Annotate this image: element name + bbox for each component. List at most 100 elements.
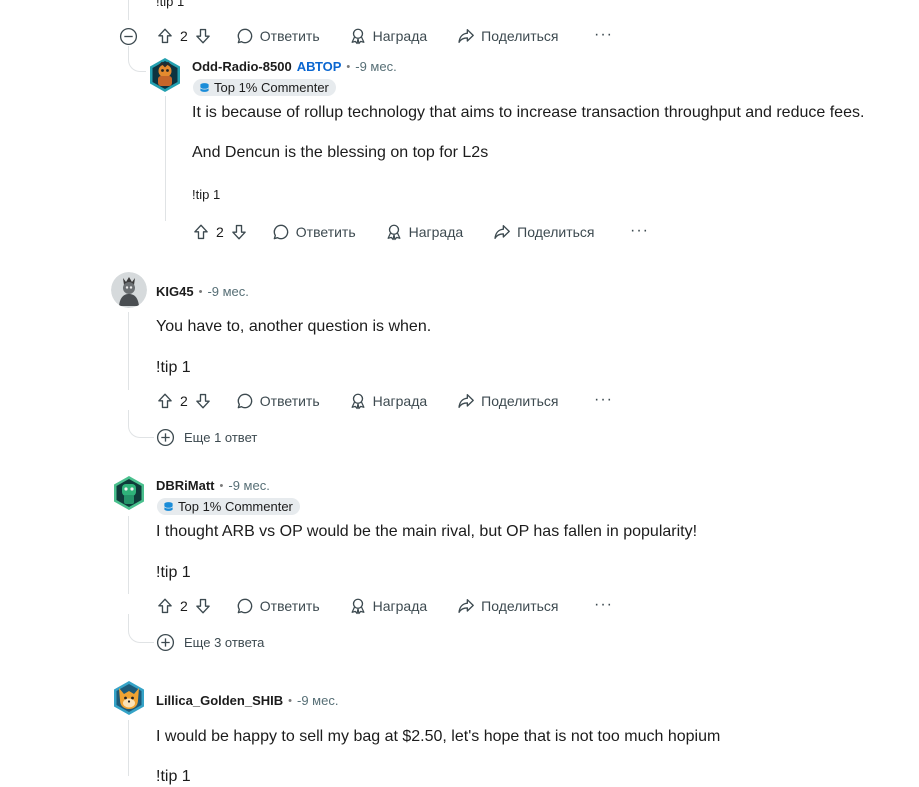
award-icon bbox=[385, 223, 403, 241]
thread-connector bbox=[128, 614, 154, 643]
share-button[interactable]: Поделиться bbox=[493, 220, 594, 244]
timestamp[interactable]: -9 мес. bbox=[355, 59, 396, 74]
downvote-button[interactable] bbox=[230, 220, 248, 244]
share-icon bbox=[457, 27, 475, 45]
more-options-button[interactable]: ··· bbox=[594, 26, 613, 44]
timestamp[interactable]: -9 мес. bbox=[207, 284, 248, 299]
comment-body-line: And Dencun is the blessing on top for L2… bbox=[192, 144, 489, 161]
award-button[interactable]: Награда bbox=[349, 24, 428, 48]
op-badge: АВТОР bbox=[296, 59, 342, 74]
upvote-button[interactable] bbox=[192, 220, 210, 244]
award-label: Награда bbox=[372, 393, 428, 409]
comment-meta: KIG45 • -9 мес. bbox=[156, 284, 249, 299]
comment-meta: DBRiMatt • -9 мес. bbox=[156, 478, 270, 493]
award-label: Награда bbox=[372, 28, 428, 44]
award-button[interactable]: Награда bbox=[349, 594, 427, 618]
share-button[interactable]: Поделиться bbox=[457, 389, 558, 413]
separator-dot: • bbox=[219, 479, 224, 492]
comment-bubble-icon bbox=[272, 223, 290, 241]
share-icon bbox=[457, 392, 475, 410]
comment-actions: 2 Ответить Награда Поделиться bbox=[156, 594, 558, 618]
vote-count: 2 bbox=[180, 28, 188, 44]
downvote-button[interactable] bbox=[194, 389, 212, 413]
avatar[interactable] bbox=[111, 475, 147, 511]
share-label: Поделиться bbox=[517, 224, 595, 240]
downvote-button[interactable] bbox=[194, 594, 212, 618]
reply-label: Ответить bbox=[295, 224, 356, 240]
user-flair: Top 1% Commenter bbox=[193, 79, 336, 96]
more-replies-label: Еще 3 ответа bbox=[184, 635, 265, 650]
comment-actions: 2 Ответить Награда Поделиться bbox=[192, 220, 594, 244]
collapse-thread-icon[interactable] bbox=[119, 27, 138, 46]
more-replies-link[interactable]: Еще 1 ответ bbox=[156, 428, 257, 447]
user-flair: Top 1% Commenter bbox=[157, 498, 300, 515]
comment-body-tip: !tip 1 bbox=[156, 564, 191, 581]
share-button[interactable]: Поделиться bbox=[457, 24, 558, 48]
more-options-button[interactable]: ··· bbox=[594, 391, 613, 409]
comment-bubble-icon bbox=[236, 392, 254, 410]
downvote-icon bbox=[194, 392, 212, 410]
avatar[interactable] bbox=[111, 272, 147, 308]
award-icon bbox=[349, 27, 367, 45]
comment-bubble-icon bbox=[236, 27, 254, 45]
award-button[interactable]: Награда bbox=[385, 220, 464, 244]
award-icon bbox=[349, 597, 367, 615]
more-options-button[interactable]: ··· bbox=[594, 596, 613, 614]
comment-body-partial: !tip 1 bbox=[156, 0, 185, 9]
share-label: Поделиться bbox=[481, 598, 559, 614]
reply-button[interactable]: Ответить bbox=[272, 220, 356, 244]
database-icon bbox=[199, 82, 210, 93]
username[interactable]: KIG45 bbox=[156, 284, 194, 299]
thread-line bbox=[128, 516, 129, 594]
avatar[interactable] bbox=[111, 680, 147, 716]
comment-body-line: You have to, another question is when. bbox=[156, 318, 432, 335]
comment-body-line: I thought ARB vs OP would be the main ri… bbox=[156, 523, 698, 540]
upvote-icon bbox=[156, 392, 174, 410]
separator-dot: • bbox=[346, 60, 351, 73]
award-button[interactable]: Награда bbox=[349, 389, 428, 413]
flair-label: Top 1% Commenter bbox=[178, 499, 293, 514]
upvote-button[interactable] bbox=[156, 594, 174, 618]
upvote-button[interactable] bbox=[156, 24, 174, 48]
timestamp[interactable]: -9 мес. bbox=[228, 478, 269, 493]
share-icon bbox=[493, 223, 511, 241]
comment-body-tip: !tip 1 bbox=[156, 359, 191, 376]
separator-dot: • bbox=[288, 694, 293, 707]
more-replies-link[interactable]: Еще 3 ответа bbox=[156, 633, 264, 652]
comment-meta: Lillica_Golden_SHIB • -9 мес. bbox=[156, 693, 338, 708]
award-label: Награда bbox=[408, 224, 464, 240]
comment-body-tip: !tip 1 bbox=[192, 187, 221, 202]
downvote-button[interactable] bbox=[194, 24, 212, 48]
thread-connector bbox=[128, 410, 154, 438]
upvote-icon bbox=[192, 223, 210, 241]
vote-count: 2 bbox=[216, 224, 224, 240]
thread-line bbox=[128, 0, 129, 20]
share-button[interactable]: Поделиться bbox=[457, 594, 558, 618]
comment-actions: 2 Ответить Награда Поделиться bbox=[156, 389, 558, 413]
comment-body-tip: !tip 1 bbox=[156, 768, 191, 785]
downvote-icon bbox=[230, 223, 248, 241]
username[interactable]: Odd-Radio-8500 bbox=[192, 59, 292, 74]
more-options-button[interactable]: ··· bbox=[630, 222, 649, 240]
reply-button[interactable]: Ответить bbox=[236, 594, 320, 618]
upvote-button[interactable] bbox=[156, 389, 174, 413]
comment-body-line: It is because of rollup technology that … bbox=[192, 104, 865, 121]
plus-circle-icon bbox=[156, 633, 175, 652]
more-replies-label: Еще 1 ответ bbox=[184, 430, 258, 445]
reply-button[interactable]: Ответить bbox=[236, 24, 320, 48]
reply-button[interactable]: Ответить bbox=[236, 389, 320, 413]
thread-line bbox=[165, 96, 166, 221]
timestamp[interactable]: -9 мес. bbox=[297, 693, 338, 708]
comment-bubble-icon bbox=[236, 597, 254, 615]
reply-label: Ответить bbox=[259, 28, 320, 44]
username[interactable]: Lillica_Golden_SHIB bbox=[156, 693, 283, 708]
comment-actions: 2 Ответить Награда Поделиться bbox=[156, 24, 558, 48]
share-icon bbox=[457, 597, 475, 615]
avatar[interactable] bbox=[147, 57, 183, 93]
username[interactable]: DBRiMatt bbox=[156, 478, 215, 493]
share-label: Поделиться bbox=[481, 28, 559, 44]
thread-line bbox=[128, 720, 129, 776]
vote-count: 2 bbox=[180, 598, 188, 614]
award-icon bbox=[349, 392, 367, 410]
downvote-icon bbox=[194, 597, 212, 615]
